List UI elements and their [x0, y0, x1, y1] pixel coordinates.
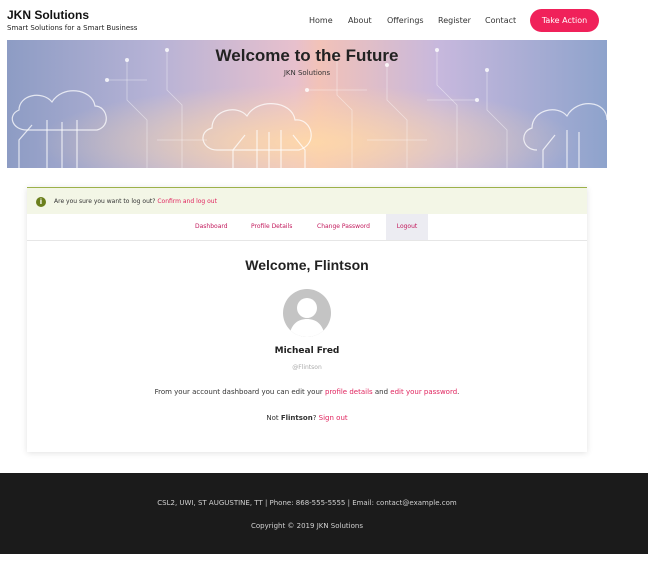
not-username: Flintson: [280, 414, 313, 422]
nav-home[interactable]: Home: [309, 16, 333, 25]
sign-out-link[interactable]: Sign out: [319, 414, 348, 422]
logout-notice: i Are you sure you want to log out? Conf…: [27, 187, 587, 214]
not-prefix: Not: [266, 414, 281, 422]
user-display-name: Micheal Fred: [274, 346, 340, 356]
profile-details-link[interactable]: profile details: [325, 388, 373, 396]
dashboard-description: From your account dashboard you can edit…: [27, 388, 587, 396]
notice-message: Are you sure you want to log out?: [54, 198, 156, 205]
account-card: i Are you sure you want to log out? Conf…: [27, 187, 587, 452]
hero-title: Welcome to the Future: [215, 46, 399, 65]
tab-change-password[interactable]: Change Password: [317, 214, 370, 240]
dashboard-text-middle: and: [372, 388, 391, 396]
edit-password-link[interactable]: edit your password: [390, 388, 457, 396]
avatar: [283, 289, 331, 337]
take-action-button[interactable]: Take Action: [530, 9, 599, 32]
nav-register[interactable]: Register: [438, 16, 471, 25]
info-icon: i: [36, 197, 46, 207]
footer-copyright: Copyright © 2019 JKN Solutions: [251, 522, 363, 530]
site-header: JKN Solutions Smart Solutions for a Smar…: [0, 0, 648, 40]
tab-profile-details[interactable]: Profile Details: [251, 214, 292, 240]
brand-tagline: Smart Solutions for a Smart Business: [7, 24, 138, 32]
user-handle: @Flintson: [292, 364, 322, 371]
hero-subtitle: JKN Solutions: [283, 69, 331, 77]
nav-contact[interactable]: Contact: [485, 16, 516, 25]
tab-dashboard[interactable]: Dashboard: [195, 214, 228, 240]
account-tabs: Dashboard Profile Details Change Passwor…: [27, 214, 587, 241]
nav-about[interactable]: About: [348, 16, 372, 25]
welcome-heading: Welcome, Flintson: [245, 257, 369, 273]
tab-logout[interactable]: Logout: [386, 214, 428, 240]
brand[interactable]: JKN Solutions Smart Solutions for a Smar…: [7, 8, 137, 33]
notice-text: Are you sure you want to log out? Confir…: [54, 198, 217, 205]
footer-contact-info: CSL2, UWI, ST AUGUSTINE, TT | Phone: 868…: [157, 499, 457, 507]
user-placeholder-icon: [289, 298, 325, 337]
dashboard-text-before: From your account dashboard you can edit…: [154, 388, 325, 396]
site-footer: CSL2, UWI, ST AUGUSTINE, TT | Phone: 868…: [0, 473, 648, 554]
confirm-logout-link[interactable]: Confirm and log out: [157, 198, 217, 205]
brand-title[interactable]: JKN Solutions: [7, 8, 137, 22]
hero-banner: Welcome to the Future JKN Solutions: [7, 40, 607, 168]
dashboard-text-after: .: [457, 388, 460, 396]
nav-offerings[interactable]: Offerings: [387, 16, 424, 25]
not-user-line: Not Flintson? Sign out: [27, 414, 587, 422]
